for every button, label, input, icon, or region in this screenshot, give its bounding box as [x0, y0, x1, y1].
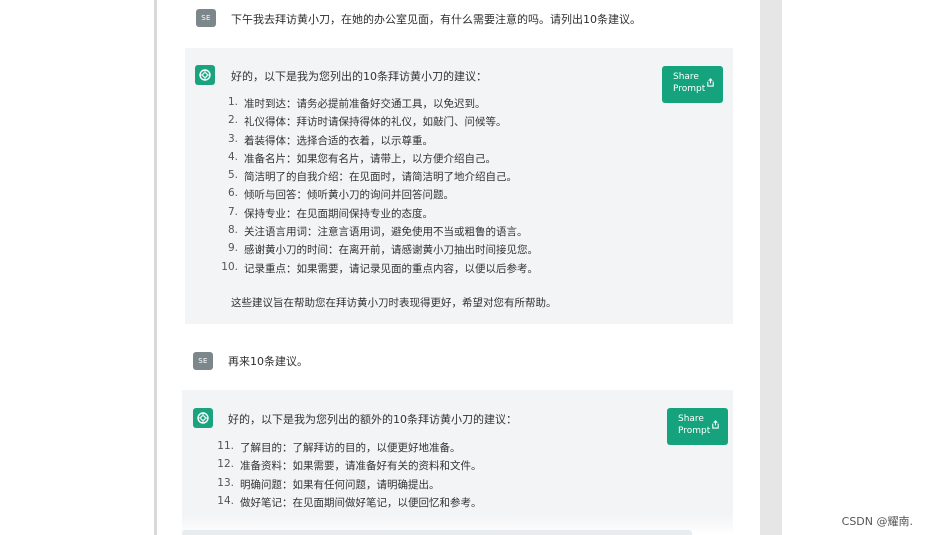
list-item-number: 1. — [227, 96, 238, 108]
watermark: CSDN @耀南. — [841, 515, 913, 528]
list-item: 6. 倾听与回答：倾听黄小刀的询问并回答问题。 — [212, 187, 538, 205]
list-item-text: 倾听与回答：倾听黄小刀的询问并回答问题。 — [244, 189, 454, 202]
list-item-text: 礼仪得体：拜访时请保持得体的礼仪，如敲门、问候等。 — [244, 116, 507, 129]
list-item: 7. 保持专业：在见面期间保持专业的态度。 — [212, 206, 538, 224]
list-item-text: 着装得体：选择合适的衣着，以示尊重。 — [244, 134, 433, 147]
list-item-number: 11. — [217, 440, 234, 452]
list-item-text: 感谢黄小刀的时间：在离开前，请感谢黄小刀抽出时间接见您。 — [244, 244, 538, 257]
list-item-text: 保持专业：在见面期间保持专业的态度。 — [244, 207, 433, 220]
list-item: 2. 礼仪得体：拜访时请保持得体的礼仪，如敲门、问候等。 — [212, 114, 538, 132]
list-item-number: 12. — [217, 458, 234, 471]
list-item-number: 10. — [221, 260, 238, 273]
list-item: 9. 感谢黄小刀的时间：在离开前，请感谢黄小刀抽出时间接见您。 — [212, 242, 538, 260]
list-item-number: 6. — [227, 187, 238, 200]
list-item-text: 简洁明了的自我介绍：在见面时，请简洁明了地介绍自己。 — [244, 171, 517, 184]
share-button-label-line2: Prompt — [673, 84, 706, 94]
assistant-intro: 好的，以下是我为您列出的10条拜访黄小刀的建议： — [231, 70, 487, 83]
openai-logo-icon — [193, 408, 213, 428]
user-avatar: SE — [193, 352, 213, 370]
list-item-number: 14. — [217, 494, 234, 507]
page-scrollbar[interactable] — [760, 0, 782, 535]
assistant-message: 好的，以下是我为您列出的额外的10条拜访黄小刀的建议： Share Prompt… — [182, 390, 733, 535]
list-item-number: 9. — [227, 242, 238, 255]
list-item: 12. 准备资料：如果需要，请准备好有关的资料和文件。 — [208, 458, 482, 476]
openai-logo-icon — [195, 65, 215, 85]
assistant-message: 好的，以下是我为您列出的10条拜访黄小刀的建议： Share Prompt 1.… — [185, 48, 733, 324]
list-item-number: 2. — [227, 114, 238, 127]
user-message: 下午我去拜访黄小刀，在她的办公室见面，有什么需要注意的吗。请列出10条建议。 — [231, 13, 641, 26]
list-item-text: 准时到达：请务必提前准备好交通工具，以免迟到。 — [244, 98, 486, 110]
list-item-text: 明确问题：如果有任何问题，请明确提出。 — [240, 478, 440, 491]
list-item: 14. 做好笔记：在见面期间做好笔记，以便回忆和参考。 — [208, 494, 482, 513]
share-button-label-line1: Share — [673, 72, 699, 82]
list-item-text: 做好笔记：在见面期间做好笔记，以便回忆和参考。 — [240, 496, 482, 509]
share-prompt-button[interactable]: Share Prompt — [667, 408, 728, 445]
share-icon — [707, 78, 714, 87]
list-item-text: 了解目的：了解拜访的目的，以便更好地准备。 — [240, 442, 461, 454]
list-item-text: 记录重点：如果需要，请记录见面的重点内容，以便以后参考。 — [244, 262, 538, 275]
message-input-edge[interactable] — [182, 530, 692, 535]
assistant-closing: 这些建议旨在帮助您在拜访黄小刀时表现得更好，希望对您有所帮助。 — [231, 297, 557, 309]
user-avatar: SE — [196, 9, 216, 27]
user-message: 再来10条建议。 — [228, 355, 308, 368]
list-item-number: 4. — [227, 150, 238, 163]
list-item: 10. 记录重点：如果需要，请记录见面的重点内容，以便以后参考。 — [212, 261, 538, 279]
list-item-number: 13. — [217, 476, 234, 489]
list-item: 1. 准时到达：请务必提前准备好交通工具，以免迟到。 — [212, 96, 538, 114]
list-item: 5. 简洁明了的自我介绍：在见面时，请简洁明了地介绍自己。 — [212, 169, 538, 187]
list-item: 8. 关注语言用词：注意言语用词，避免使用不当或粗鲁的语言。 — [212, 224, 538, 242]
share-button-label-line1: Share — [678, 414, 704, 424]
share-prompt-button[interactable]: Share Prompt — [662, 66, 723, 103]
list-item-number: 3. — [227, 132, 238, 145]
list-item-number: 7. — [227, 205, 238, 218]
assistant-intro: 好的，以下是我为您列出的额外的10条拜访黄小刀的建议： — [228, 413, 517, 426]
list-item-number: 5. — [227, 169, 238, 182]
list-item-text: 准备资料：如果需要，请准备好有关的资料和文件。 — [240, 460, 482, 473]
list-item: 13. 明确问题：如果有任何问题，请明确提出。 — [208, 477, 482, 495]
suggestion-list: 11. 了解目的：了解拜访的目的，以便更好地准备。 12. 准备资料：如果需要，请准… — [208, 440, 482, 513]
chat-thread: SE 下午我去拜访黄小刀，在她的办公室见面，有什么需要注意的吗。请列出10条建议… — [157, 0, 760, 535]
list-item-number: 8. — [227, 224, 238, 237]
list-item-text: 准备名片：如果您有名片，请带上，以方便介绍自己。 — [244, 152, 496, 165]
share-icon — [712, 420, 719, 429]
share-button-label-line2: Prompt — [678, 426, 711, 436]
list-item: 11. 了解目的：了解拜访的目的，以便更好地准备。 — [208, 440, 482, 458]
suggestion-list: 1. 准时到达：请务必提前准备好交通工具，以免迟到。 2. 礼仪得体：拜访时请保持得… — [212, 96, 538, 279]
list-item: 3. 着装得体：选择合适的衣着，以示尊重。 — [212, 133, 538, 151]
list-item-text: 关注语言用词：注意言语用词，避免使用不当或粗鲁的语言。 — [244, 226, 528, 239]
list-item: 4. 准备名片：如果您有名片，请带上，以方便介绍自己。 — [212, 151, 538, 169]
